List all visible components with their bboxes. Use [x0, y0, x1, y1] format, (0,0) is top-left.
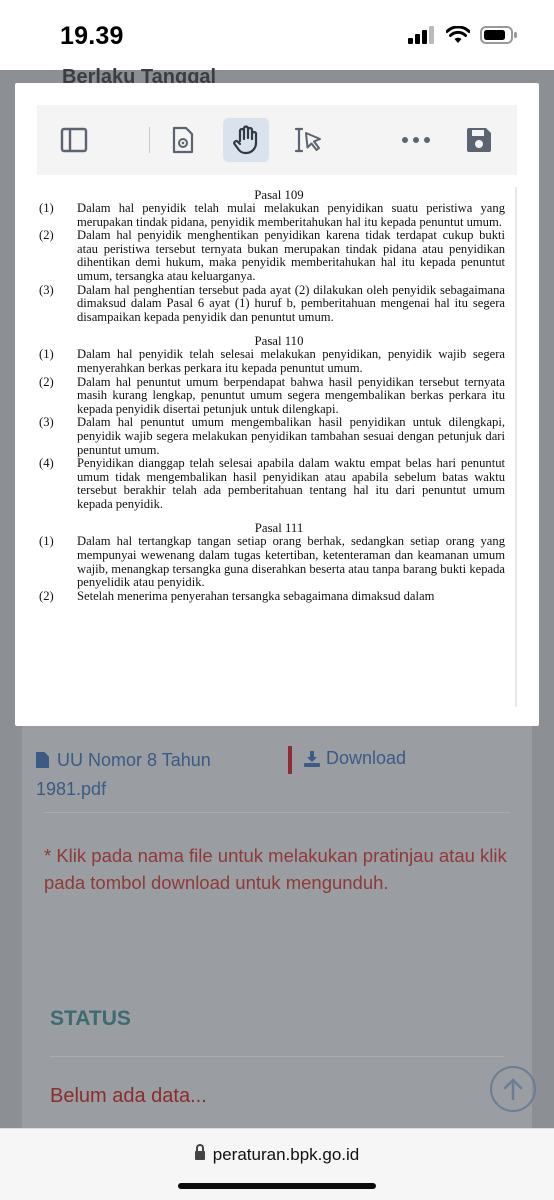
more-dots-icon	[402, 137, 430, 143]
status-card	[22, 972, 532, 1132]
item-text: Dalam hal tertangkap tangan setiap orang…	[77, 534, 505, 590]
status-icons	[408, 26, 518, 44]
text-select-tool-button[interactable]	[285, 118, 331, 162]
browser-bar: peraturan.bpk.go.id	[0, 1128, 554, 1200]
download-icon	[304, 750, 320, 767]
save-button[interactable]	[456, 118, 502, 162]
sidebar-icon	[60, 127, 88, 153]
item-number: (1)	[39, 347, 54, 362]
pasal-item: (1) Dalam hal tertangkap tangan setiap or…	[39, 535, 519, 589]
download-accent-bar	[288, 746, 292, 774]
pdf-page-content[interactable]: Pasal 109 (1) Dalam hal penyidik telah mu…	[39, 187, 519, 707]
pasal-title: Pasal 110	[254, 334, 304, 349]
download-note: * Klik pada nama file untuk melakukan pr…	[44, 845, 507, 893]
address-bar[interactable]: peraturan.bpk.go.id	[0, 1144, 554, 1165]
arrow-up-icon	[503, 1078, 523, 1101]
file-name-line1: UU Nomor 8 Tahun	[57, 750, 211, 770]
pasal-item: (2) Dalam hal penuntut umum berpendapat b…	[39, 374, 519, 417]
lock-icon	[194, 1144, 205, 1160]
divider	[50, 1056, 504, 1057]
more-options-button[interactable]	[393, 118, 439, 162]
item-number: (2)	[39, 228, 54, 243]
status-bar: 19.39	[0, 0, 554, 70]
item-number: (4)	[39, 456, 54, 471]
item-text: Setelah menerima penyerahan tersangka se…	[77, 588, 435, 603]
item-text: Penyidikan dianggap telah selesai apabil…	[77, 456, 505, 511]
file-icon	[36, 752, 49, 768]
pasal-item: (2) Dalam hal penyidik menghentikan penyi…	[39, 228, 519, 283]
file-name-line2: 1981.pdf	[36, 779, 107, 799]
pasal-item: (3) Dalam hal penghentian tersebut pada a…	[39, 282, 519, 325]
save-icon	[467, 128, 491, 152]
clock: 19.39	[60, 22, 124, 50]
toolbar-separator	[149, 127, 150, 153]
pasal-item: (1) Dalam hal penyidik telah mulai melaku…	[39, 201, 519, 229]
item-number: (1)	[39, 201, 54, 215]
url-text: peraturan.bpk.go.id	[212, 1145, 360, 1164]
divider	[44, 812, 510, 813]
item-text: Dalam hal penuntut umum berpendapat bahw…	[77, 374, 505, 416]
pasal-title: Pasal 111	[254, 521, 304, 536]
text-cursor-arrow-icon	[294, 127, 321, 153]
pasal-item: (2) Setelah menerima penyerahan tersangka…	[39, 588, 519, 604]
hand-icon	[233, 125, 258, 155]
status-heading: STATUS	[50, 1007, 131, 1030]
pasal-title: Pasal 109	[254, 188, 304, 202]
wifi-icon	[446, 26, 470, 43]
status-empty-text: Belum ada data...	[50, 1085, 207, 1107]
document-settings-icon	[172, 126, 194, 154]
pasal-item: (3) Dalam hal penuntut umum mengembalikan…	[39, 416, 519, 457]
item-number: (3)	[39, 282, 54, 297]
cellular-signal-icon	[408, 26, 434, 44]
pdf-toolbar	[37, 105, 517, 175]
download-label: Download	[326, 748, 407, 768]
scroll-to-top-button[interactable]	[490, 1066, 536, 1112]
pdf-viewer: Pasal 109 (1) Dalam hal penyidik telah mu…	[15, 83, 539, 726]
item-number: (1)	[39, 534, 54, 549]
download-button[interactable]: Download	[304, 748, 406, 769]
item-number: (3)	[39, 415, 54, 430]
item-text: Dalam hal penyidik telah selesai melakuk…	[77, 347, 505, 375]
document-properties-button[interactable]	[160, 118, 206, 162]
sidebar-toggle-button[interactable]	[51, 118, 97, 162]
item-text: Dalam hal penyidik telah mulai melakukan…	[77, 201, 505, 229]
item-text: Dalam hal penyidik menghentikan penyidik…	[77, 228, 505, 283]
pasal-item: (1) Dalam hal penyidik telah selesai mela…	[39, 347, 519, 375]
pasal-item: (4) Penyidikan dianggap telah selesai apa…	[39, 456, 519, 511]
battery-icon	[480, 26, 517, 44]
file-link[interactable]: UU Nomor 8 Tahun 1981.pdf	[36, 746, 236, 804]
hand-tool-button[interactable]	[223, 118, 269, 162]
item-number: (2)	[39, 588, 54, 603]
pdf-scrollbar[interactable]	[515, 187, 517, 707]
item-text: Dalam hal penuntut umum mengembalikan ha…	[77, 415, 505, 457]
home-indicator[interactable]	[178, 1183, 376, 1189]
item-text: Dalam hal penghentian tersebut pada ayat…	[77, 282, 505, 324]
item-number: (2)	[39, 374, 54, 389]
